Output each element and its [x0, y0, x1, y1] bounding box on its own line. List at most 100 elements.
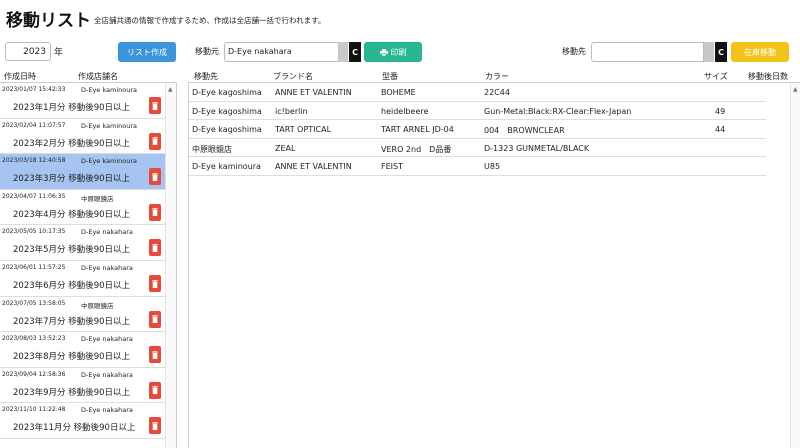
table-row[interactable]: D-Eye kagoshima TART OPTICAL TART ARNEL JD…	[189, 120, 766, 139]
list-item-datetime: 2023/06/01 11:57:25	[2, 264, 66, 271]
scroll-up-icon[interactable]: ▲	[793, 86, 798, 93]
to-store-select[interactable]	[591, 42, 704, 62]
list-item[interactable]: 2023/07/05 13:58:05 中原眼鏡店 2023年7月分 移動後90日以…	[0, 296, 165, 333]
detail-scrollbar[interactable]: ▲	[790, 83, 800, 448]
table-row[interactable]: D-Eye kaminoura ANNE ET VALENTIN FEIST U85	[189, 157, 766, 176]
list-item-datetime: 2023/05/05 10:17:35	[2, 228, 66, 236]
list-item[interactable]: 2023/02/04 11:07:57 D-Eye kaminoura 2023年2…	[0, 118, 165, 155]
cell-model: VERO 2nd D品番	[381, 144, 452, 154]
list-item[interactable]: 2023/04/07 11:06:35 中原眼鏡店 2023年4月分 移動後90日以…	[0, 189, 165, 226]
print-button[interactable]: 印刷	[364, 42, 422, 62]
trash-icon	[152, 243, 158, 252]
cell-color: 22C44	[484, 88, 510, 97]
col-header-color: カラー	[485, 72, 509, 81]
to-clear-button[interactable]: C	[715, 42, 727, 62]
trash-icon	[152, 386, 158, 395]
list-item[interactable]: 2023/09/04 12:58:36 D-Eye nakahara 2023年9月…	[0, 367, 165, 404]
delete-button[interactable]	[149, 381, 161, 399]
list-item[interactable]: 2023/03/18 12:40:58 D-Eye kaminoura 2023年3…	[0, 154, 165, 190]
cell-brand: ANNE ET VALENTIN	[275, 88, 352, 97]
list-item[interactable]: 2023/05/05 10:17:35 D-Eye nakahara 2023年5月…	[0, 225, 165, 261]
trash-icon	[152, 101, 158, 110]
cell-model: FEIST	[381, 162, 403, 171]
delete-button[interactable]	[149, 132, 161, 150]
list-item-store: D-Eye kaminoura	[81, 121, 138, 130]
list-item-name: 2023年3月分 移動後90日以上	[13, 174, 131, 185]
create-list-button[interactable]: リスト作成	[118, 42, 176, 62]
delete-button[interactable]	[149, 168, 161, 186]
from-label: 移動元	[195, 47, 219, 56]
list-item-name: 2023年8月分 移動後90日以上	[13, 352, 131, 363]
cell-brand: TART OPTICAL	[275, 125, 332, 134]
from-clear-button[interactable]: C	[349, 42, 361, 62]
delete-button[interactable]	[149, 97, 161, 114]
list-item[interactable]: 2023/11/10 11:22:48 D-Eye nakahara 2023年11…	[0, 403, 165, 439]
list-item-store: D-Eye kaminoura	[81, 157, 138, 166]
printer-icon	[379, 48, 388, 56]
col-header-size: サイズ	[704, 72, 728, 81]
list-item-store: 中原眼鏡店	[81, 194, 114, 203]
list-item-store: D-Eye nakahara	[81, 335, 133, 344]
from-select-arrow[interactable]	[338, 42, 348, 62]
year-label: 年	[54, 48, 64, 58]
delete-button[interactable]	[149, 239, 161, 257]
list-item-name: 2023年2月分 移動後90日以上	[13, 138, 131, 149]
list-item[interactable]: 2023/08/03 13:52:23 D-Eye nakahara 2023年8月…	[0, 332, 165, 368]
list-item-store: D-Eye kaminoura	[81, 86, 138, 94]
from-store-select[interactable]: D-Eye nakahara	[224, 42, 339, 62]
cell-color: 004 BROWNCLEAR	[484, 126, 565, 135]
year-input[interactable]	[5, 42, 51, 61]
stock-move-button[interactable]: 在庫移動	[731, 42, 789, 62]
cell-color: D-1323 GUNMETAL/BLACK	[484, 143, 590, 153]
cell-brand: ic!berlin	[275, 106, 308, 116]
delete-button[interactable]	[149, 417, 161, 435]
table-row[interactable]: D-Eye kagoshima ANNE ET VALENTIN BOHEME 22C…	[189, 83, 766, 102]
cell-size: 44	[715, 125, 726, 134]
page-title: 移動リスト	[6, 11, 91, 31]
list-item-name: 2023年6月分 移動後90日以上	[13, 281, 131, 291]
delete-button[interactable]	[149, 203, 161, 221]
list-item-name: 2023年7月分 移動後90日以上	[13, 316, 131, 327]
col-header-created-at: 作成日時	[4, 72, 36, 81]
list-item[interactable]: 2023/06/01 11:57:25 D-Eye nakahara 2023年6月…	[0, 261, 165, 297]
cell-model: BOHEME	[381, 88, 416, 97]
cell-dest: D-Eye kaminoura	[192, 162, 261, 171]
list-item-name: 2023年11月分 移動後90日以上	[13, 423, 136, 434]
cell-brand: ANNE ET VALENTIN	[275, 162, 352, 171]
list-item-datetime: 2023/04/07 11:06:35	[2, 192, 66, 200]
trash-icon	[152, 208, 158, 217]
list-item-name: 2023年9月分 移動後90日以上	[13, 387, 131, 398]
to-select-arrow[interactable]	[704, 42, 714, 62]
delete-button[interactable]	[149, 275, 161, 292]
cell-dest: 中原眼鏡店	[192, 144, 232, 154]
list-item-datetime: 2023/03/18 12:40:58	[2, 157, 66, 165]
list-item-store: D-Eye nakahara	[81, 228, 133, 237]
delete-button[interactable]	[149, 346, 161, 364]
list-item-datetime: 2023/11/10 11:22:48	[2, 406, 66, 414]
list-item-name: 2023年5月分 移動後90日以上	[13, 245, 131, 256]
list-item[interactable]: 2023/01/07 15:42:33 D-Eye kaminoura 2023年1…	[0, 83, 165, 119]
cell-dest: D-Eye kagoshima	[192, 125, 262, 134]
table-row[interactable]: 中原眼鏡店 ZEAL VERO 2nd D品番 D-1323 GUNMETAL/BLA…	[189, 139, 766, 157]
cell-dest: D-Eye kagoshima	[192, 106, 262, 116]
col-header-brand: ブランド名	[273, 72, 313, 81]
scroll-up-icon[interactable]: ▲	[168, 86, 173, 93]
trash-icon	[152, 172, 158, 181]
table-row[interactable]: D-Eye kagoshima ic!berlin heidelbeere Gun-M…	[189, 102, 766, 120]
list-item-datetime: 2023/08/03 13:52:23	[2, 335, 66, 343]
cell-size: 49	[715, 106, 726, 116]
cell-model: TART ARNEL JD-04	[381, 125, 454, 134]
cell-dest: D-Eye kagoshima	[192, 88, 262, 97]
delete-button[interactable]	[149, 310, 161, 328]
cell-color: Gun-Metal:Black:RX-Clear:Flex-Japan	[484, 106, 632, 116]
col-header-store: 作成店舗名	[78, 72, 118, 81]
list-item-name: 2023年4月分 移動後90日以上	[13, 209, 131, 220]
list-item-datetime: 2023/09/04 12:58:36	[2, 370, 66, 378]
cell-brand: ZEAL	[275, 143, 296, 153]
list-scrollbar[interactable]: ▲	[165, 83, 176, 448]
col-header-destination: 移動先	[194, 72, 218, 81]
cell-color: U85	[484, 162, 501, 171]
list-item-name: 2023年1月分 移動後90日以上	[13, 103, 131, 113]
trash-icon	[152, 315, 158, 324]
trash-icon	[152, 350, 158, 359]
